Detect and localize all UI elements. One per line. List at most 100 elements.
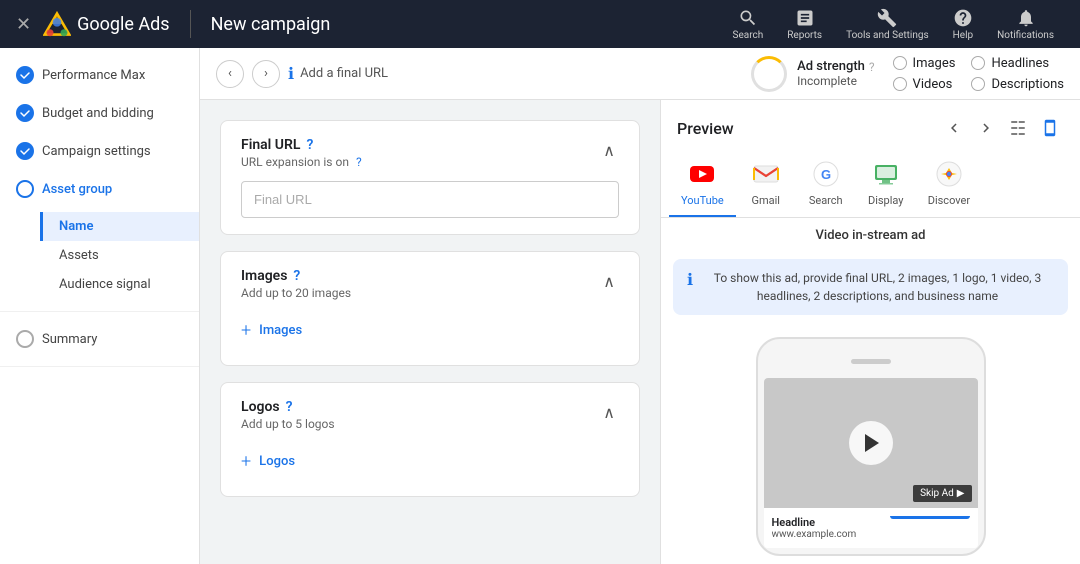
check-icon-perf-max (16, 66, 34, 84)
plus-icon: + (241, 320, 251, 341)
url-expansion-help-icon[interactable]: ? (356, 155, 362, 169)
images-card-header: Images ? Add up to 20 images ∧ (221, 252, 639, 312)
add-logos-button[interactable]: + Logos (241, 443, 619, 480)
campaign-title: New campaign (211, 14, 331, 35)
checklist-videos-label: Videos (913, 77, 953, 92)
final-url-card: Final URL ? URL expansion is on ? ∧ (220, 120, 640, 235)
chevron-right-icon (977, 119, 995, 137)
youtube-tab-label: YouTube (681, 194, 724, 207)
final-url-input[interactable] (241, 181, 619, 218)
checkmark-icon (19, 69, 31, 81)
add-images-button[interactable]: + Images (241, 312, 619, 349)
notifications-nav-button[interactable]: Notifications (987, 4, 1064, 45)
images-help-icon[interactable]: ? (293, 268, 300, 284)
top-nav-actions: Search Reports Tools and Settings Help N… (723, 4, 1064, 45)
reports-icon (795, 8, 815, 28)
final-url-card-body (221, 181, 639, 234)
tools-nav-button[interactable]: Tools and Settings (836, 4, 939, 45)
info-icon: ℹ (288, 64, 294, 83)
sidebar-item-asset-group[interactable]: Asset group (0, 170, 199, 208)
checklist-col-1: Images Videos (893, 56, 956, 92)
google-ads-logo-icon (43, 10, 71, 38)
preview-info-icon: ℹ (687, 270, 693, 289)
next-step-button[interactable]: › (252, 60, 280, 88)
ad-strength-status: Incomplete (797, 74, 874, 88)
preview-tab-search[interactable]: G Search (796, 150, 856, 217)
preview-tab-discover[interactable]: Discover (916, 150, 982, 217)
images-card-title-area: Images ? Add up to 20 images (241, 268, 351, 300)
logos-card-body: + Logos (221, 443, 639, 496)
sidebar-item-perf-max[interactable]: Performance Max (0, 56, 199, 94)
skip-ad-button[interactable]: Skip Ad ▶ (913, 485, 971, 502)
search-nav-label: Search (733, 30, 764, 41)
check-circle-images (893, 56, 907, 70)
preview-info-banner: ℹ To show this ad, provide final URL, 2 … (673, 259, 1068, 315)
final-url-subtitle-text: URL expansion is on (241, 155, 349, 169)
preview-tab-gmail[interactable]: Gmail (736, 150, 796, 217)
discover-icon (935, 160, 963, 188)
checkmark-icon (19, 107, 31, 119)
preview-mobile-button[interactable] (1036, 114, 1064, 142)
sidebar-summary-label: Summary (42, 332, 97, 347)
play-button-circle (849, 421, 893, 465)
learn-more-button[interactable]: LEARN MORE (890, 516, 969, 519)
preview-grid-button[interactable] (1004, 114, 1032, 142)
sidebar-sub-item-audience[interactable]: Audience signal (40, 270, 199, 299)
sidebar-item-summary[interactable]: Summary (0, 320, 199, 358)
close-button[interactable]: ✕ (16, 14, 31, 35)
bell-icon (1016, 8, 1036, 28)
ad-strength-help-icon[interactable]: ? (869, 60, 875, 74)
svg-text:G: G (821, 167, 831, 182)
preview-area: Preview (660, 100, 1080, 564)
help-nav-label: Help (953, 30, 973, 41)
logos-subtitle: Add up to 5 logos (241, 417, 335, 431)
checklist-descriptions: Descriptions (971, 77, 1064, 92)
search-tab-icon: G (810, 158, 842, 190)
logos-collapse-button[interactable]: ∧ (599, 399, 619, 427)
ad-type-label: Video in-stream ad (661, 218, 1080, 247)
sidebar-sub-item-name[interactable]: Name (40, 212, 199, 241)
preview-next-button[interactable] (972, 114, 1000, 142)
images-card: Images ? Add up to 20 images ∧ + Images (220, 251, 640, 366)
sidebar-budget-label: Budget and bidding (42, 106, 154, 121)
final-url-card-header: Final URL ? URL expansion is on ? ∧ (221, 121, 639, 181)
sidebar-sub-item-assets[interactable]: Assets (40, 241, 199, 270)
logo-text: Google Ads (77, 14, 169, 35)
checklist-headlines: Headlines (971, 56, 1064, 71)
final-url-help-icon[interactable]: ? (306, 137, 313, 153)
next-arrow-icon: › (264, 66, 268, 81)
play-triangle-icon (865, 434, 879, 452)
check-circle-descriptions (971, 77, 985, 91)
preview-tab-display[interactable]: Display (856, 150, 916, 217)
check-circle-videos (893, 77, 907, 91)
preview-prev-button[interactable] (940, 114, 968, 142)
images-collapse-button[interactable]: ∧ (599, 268, 619, 296)
display-icon (872, 160, 900, 188)
prev-step-button[interactable]: ‹ (216, 60, 244, 88)
logos-help-icon[interactable]: ? (286, 399, 293, 415)
search-icon (738, 8, 758, 28)
sidebar-item-budget[interactable]: Budget and bidding (0, 94, 199, 132)
chevron-up-icon-logos: ∧ (603, 405, 615, 422)
youtube-tab-icon (686, 158, 718, 190)
help-nav-button[interactable]: Help (943, 4, 983, 45)
add-logos-label: Logos (259, 454, 295, 469)
sidebar-item-campaign-settings[interactable]: Campaign settings (0, 132, 199, 170)
logos-title: Logos ? (241, 399, 335, 415)
check-circle-headlines (971, 56, 985, 70)
sidebar-main-items: Performance Max Budget and bidding Campa… (0, 48, 199, 312)
logos-card-title-area: Logos ? Add up to 5 logos (241, 399, 335, 431)
final-url-card-title-area: Final URL ? URL expansion is on ? (241, 137, 362, 169)
content-wrapper: ‹ › ℹ Add a final URL Ad strength ? Inco… (200, 48, 1080, 564)
final-url-title-text: Final URL (241, 137, 300, 153)
search-tab-label: Search (809, 194, 843, 207)
reports-nav-button[interactable]: Reports (777, 4, 832, 45)
main-layout: Performance Max Budget and bidding Campa… (0, 48, 1080, 564)
search-nav-button[interactable]: Search (723, 4, 774, 45)
step-header: ‹ › ℹ Add a final URL Ad strength ? Inco… (200, 48, 1080, 100)
preview-title: Preview (677, 119, 734, 138)
step-info-chip: ℹ Add a final URL (288, 64, 388, 83)
final-url-collapse-button[interactable]: ∧ (599, 137, 619, 165)
preview-info-text: To show this ad, provide final URL, 2 im… (701, 269, 1054, 305)
preview-tab-youtube[interactable]: YouTube (669, 150, 736, 217)
